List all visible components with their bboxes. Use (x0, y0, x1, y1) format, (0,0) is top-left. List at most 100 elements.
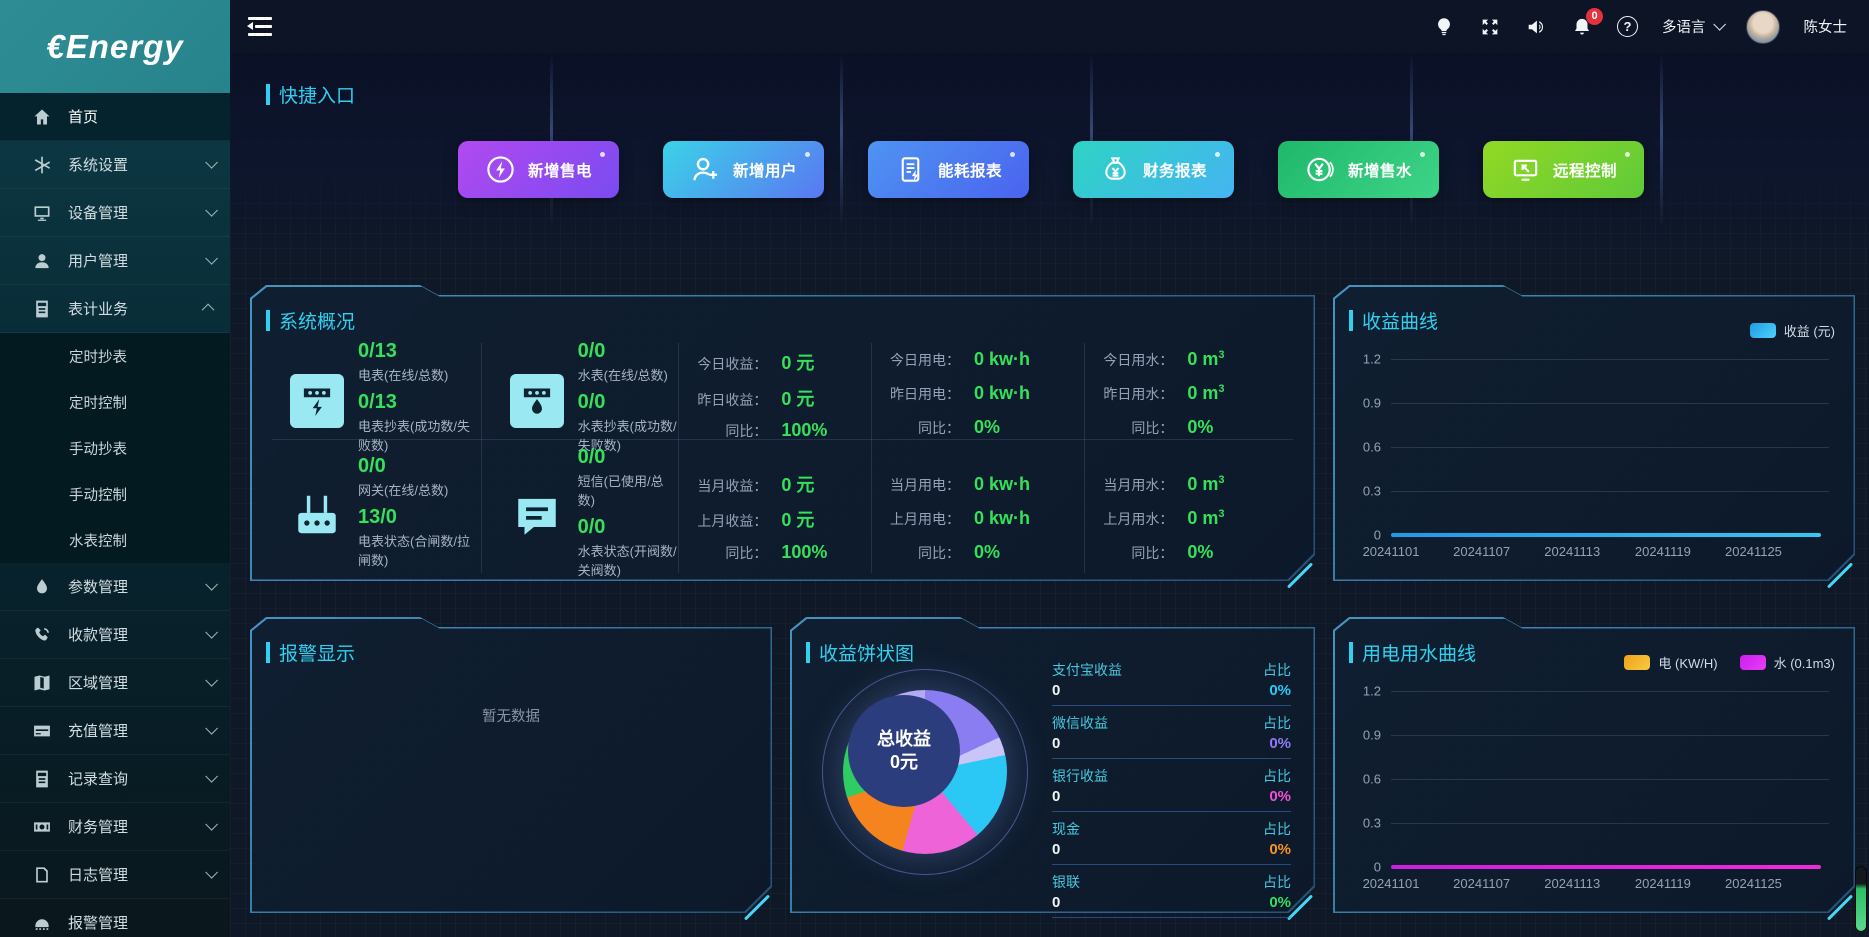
chevron-down-icon (205, 818, 218, 831)
stat-label: 电表状态(合闸数/拉闸数) (358, 531, 481, 569)
legend-swatch (1624, 655, 1650, 670)
legend-item[interactable]: 水 (0.1m3) (1740, 653, 1835, 672)
chevron-down-icon (205, 674, 218, 687)
kv-value: 0 kw·h (974, 383, 1030, 404)
stat-value: 0/13 (358, 391, 481, 414)
sidebar-subitem-3[interactable]: 手动控制 (0, 471, 230, 517)
collapse-menu-icon[interactable] (248, 17, 272, 37)
sidebar-item-7[interactable]: 区域管理 (0, 659, 230, 707)
x-axis-tick: 20241113 (1544, 876, 1600, 891)
revenue-curve-title: 收益曲线 (1349, 307, 1438, 334)
chevron-down-icon (205, 626, 218, 639)
sidebar-item-label: 用户管理 (68, 250, 128, 271)
sidebar-item-2[interactable]: 设备管理 (0, 189, 230, 237)
money-icon (32, 817, 52, 837)
quick-button-4[interactable]: 新增售水 (1278, 141, 1439, 198)
speaker-icon[interactable] (1525, 16, 1547, 38)
kv-label: 当月收益： (683, 476, 767, 496)
notification-bell-icon[interactable]: 0 (1571, 16, 1593, 38)
pie-legend-value: 0 (1052, 682, 1060, 699)
stat-value: 0/0 (578, 391, 679, 414)
sidebar-subitem-1[interactable]: 定时控制 (0, 379, 230, 425)
sidebar-subitem-0[interactable]: 定时抄表 (0, 333, 230, 379)
help-icon[interactable]: ? (1617, 16, 1638, 37)
kv-row: 昨日用电：0 kw·h (876, 383, 1080, 404)
bolt-circle-icon (485, 154, 516, 185)
chevron-down-icon (205, 770, 218, 783)
scrollbar-thumb[interactable] (1855, 866, 1867, 932)
main-content: 快捷入口 新增售电新增用户能耗报表财务报表新增售水远程控制 系统概况 0/13电… (230, 53, 1869, 937)
sys-kv-column: 今日收益：0 元昨日收益：0 元同比：100%当月收益：0 元上月收益：0 元同… (678, 343, 871, 573)
gridline (1391, 447, 1829, 448)
x-axis-tick: 20241107 (1453, 876, 1510, 891)
sidebar-item-1[interactable]: 系统设置 (0, 141, 230, 189)
sidebar-item-label: 收款管理 (68, 624, 128, 645)
sidebar-item-5[interactable]: 参数管理 (0, 563, 230, 611)
usage-plot: 1.20.90.60.30202411012024110720241113202… (1391, 691, 1829, 867)
pie-legend-label: 现金 (1052, 819, 1080, 839)
system-overview-title: 系统概况 (266, 307, 355, 334)
sidebar-item-6[interactable]: 收款管理 (0, 611, 230, 659)
legend-item[interactable]: 收益 (元) (1750, 321, 1835, 340)
theme-bulb-icon[interactable] (1433, 16, 1455, 38)
stat-value: 0/0 (578, 446, 679, 469)
sidebar-item-label: 表计业务 (68, 298, 128, 319)
sys-stat-column: 0/13电表(在线/总数)0/13电表抄表(成功数/失败数)0/0网关(在线/总… (262, 343, 481, 573)
sidebar-item-4[interactable]: 表计业务 (0, 285, 230, 333)
pie-legend-percent: 0% (1269, 788, 1291, 805)
quick-button-label: 新增用户 (733, 159, 797, 181)
kv-value: 0 m3 (1187, 508, 1224, 529)
usage-curve-panel: 用电用水曲线 电 (KW/H)水 (0.1m3) 1.20.90.60.3020… (1333, 617, 1855, 913)
pie-ratio-label: 占比 (1263, 713, 1291, 733)
language-selector[interactable]: 多语言 (1662, 16, 1722, 37)
kv-label: 同比： (683, 543, 767, 563)
kv-label: 今日用电： (876, 350, 960, 370)
language-label: 多语言 (1662, 16, 1706, 37)
sidebar-item-8[interactable]: 充值管理 (0, 707, 230, 755)
sidebar-item-12[interactable]: 报警管理 (0, 899, 230, 937)
quick-button-0[interactable]: 新增售电 (458, 141, 619, 198)
sidebar-subitem-2[interactable]: 手动抄表 (0, 425, 230, 471)
water-meter-icon (510, 374, 564, 428)
x-axis-tick: 20241119 (1635, 544, 1691, 559)
sidebar-menu: 首页系统设置设备管理用户管理表计业务定时抄表定时控制手动抄表手动控制水表控制参数… (0, 93, 230, 937)
records-icon (32, 769, 52, 789)
kv-label: 上月收益： (683, 511, 767, 531)
stat-label: 短信(已使用/总数) (578, 471, 679, 509)
pie-legend-row[interactable]: 微信收益占比00% (1052, 706, 1291, 759)
sidebar-item-label: 区域管理 (68, 672, 128, 693)
chevron-up-icon (202, 304, 215, 317)
sidebar-item-10[interactable]: 财务管理 (0, 803, 230, 851)
quick-button-1[interactable]: 新增用户 (663, 141, 824, 198)
sidebar-item-3[interactable]: 用户管理 (0, 237, 230, 285)
gridline (1391, 691, 1829, 692)
x-axis-tick: 20241101 (1363, 544, 1420, 559)
sidebar-item-0[interactable]: 首页 (0, 93, 230, 141)
sidebar-item-label: 充值管理 (68, 720, 128, 741)
pie-legend-row[interactable]: 现金占比00% (1052, 812, 1291, 865)
kv-row: 上月收益：0 元 (683, 506, 867, 532)
quick-button-label: 财务报表 (1143, 159, 1207, 181)
quick-button-3[interactable]: 财务报表 (1073, 141, 1234, 198)
quick-button-5[interactable]: 远程控制 (1483, 141, 1644, 198)
y-axis-tick: 0.6 (1363, 772, 1381, 787)
quick-button-2[interactable]: 能耗报表 (868, 141, 1029, 198)
quick-entry-title: 快捷入口 (266, 81, 355, 108)
sidebar-item-11[interactable]: 日志管理 (0, 851, 230, 899)
pie-legend-row[interactable]: 银行收益占比00% (1052, 759, 1291, 812)
stat-group: 0/0短信(已使用/总数)0/0水表状态(开阀数/关阀数) (482, 458, 679, 573)
stat-label: 水表(在线/总数) (578, 365, 679, 384)
kv-row: 昨日收益：0 元 (683, 385, 867, 411)
pie-legend-row[interactable]: 银联占比00% (1052, 865, 1291, 918)
sidebar-subitem-4[interactable]: 水表控制 (0, 517, 230, 563)
avatar[interactable] (1746, 10, 1780, 44)
pie-legend-row[interactable]: 支付宝收益占比00% (1052, 653, 1291, 706)
chevron-down-icon (205, 252, 218, 265)
legend-item[interactable]: 电 (KW/H) (1624, 653, 1717, 672)
sidebar-item-label: 日志管理 (68, 864, 128, 885)
fullscreen-icon[interactable] (1479, 16, 1501, 38)
quick-button-label: 能耗报表 (938, 159, 1002, 181)
sidebar-item-9[interactable]: 记录查询 (0, 755, 230, 803)
y-axis-tick: 0.3 (1363, 484, 1381, 499)
pie-legend-value: 0 (1052, 735, 1060, 752)
